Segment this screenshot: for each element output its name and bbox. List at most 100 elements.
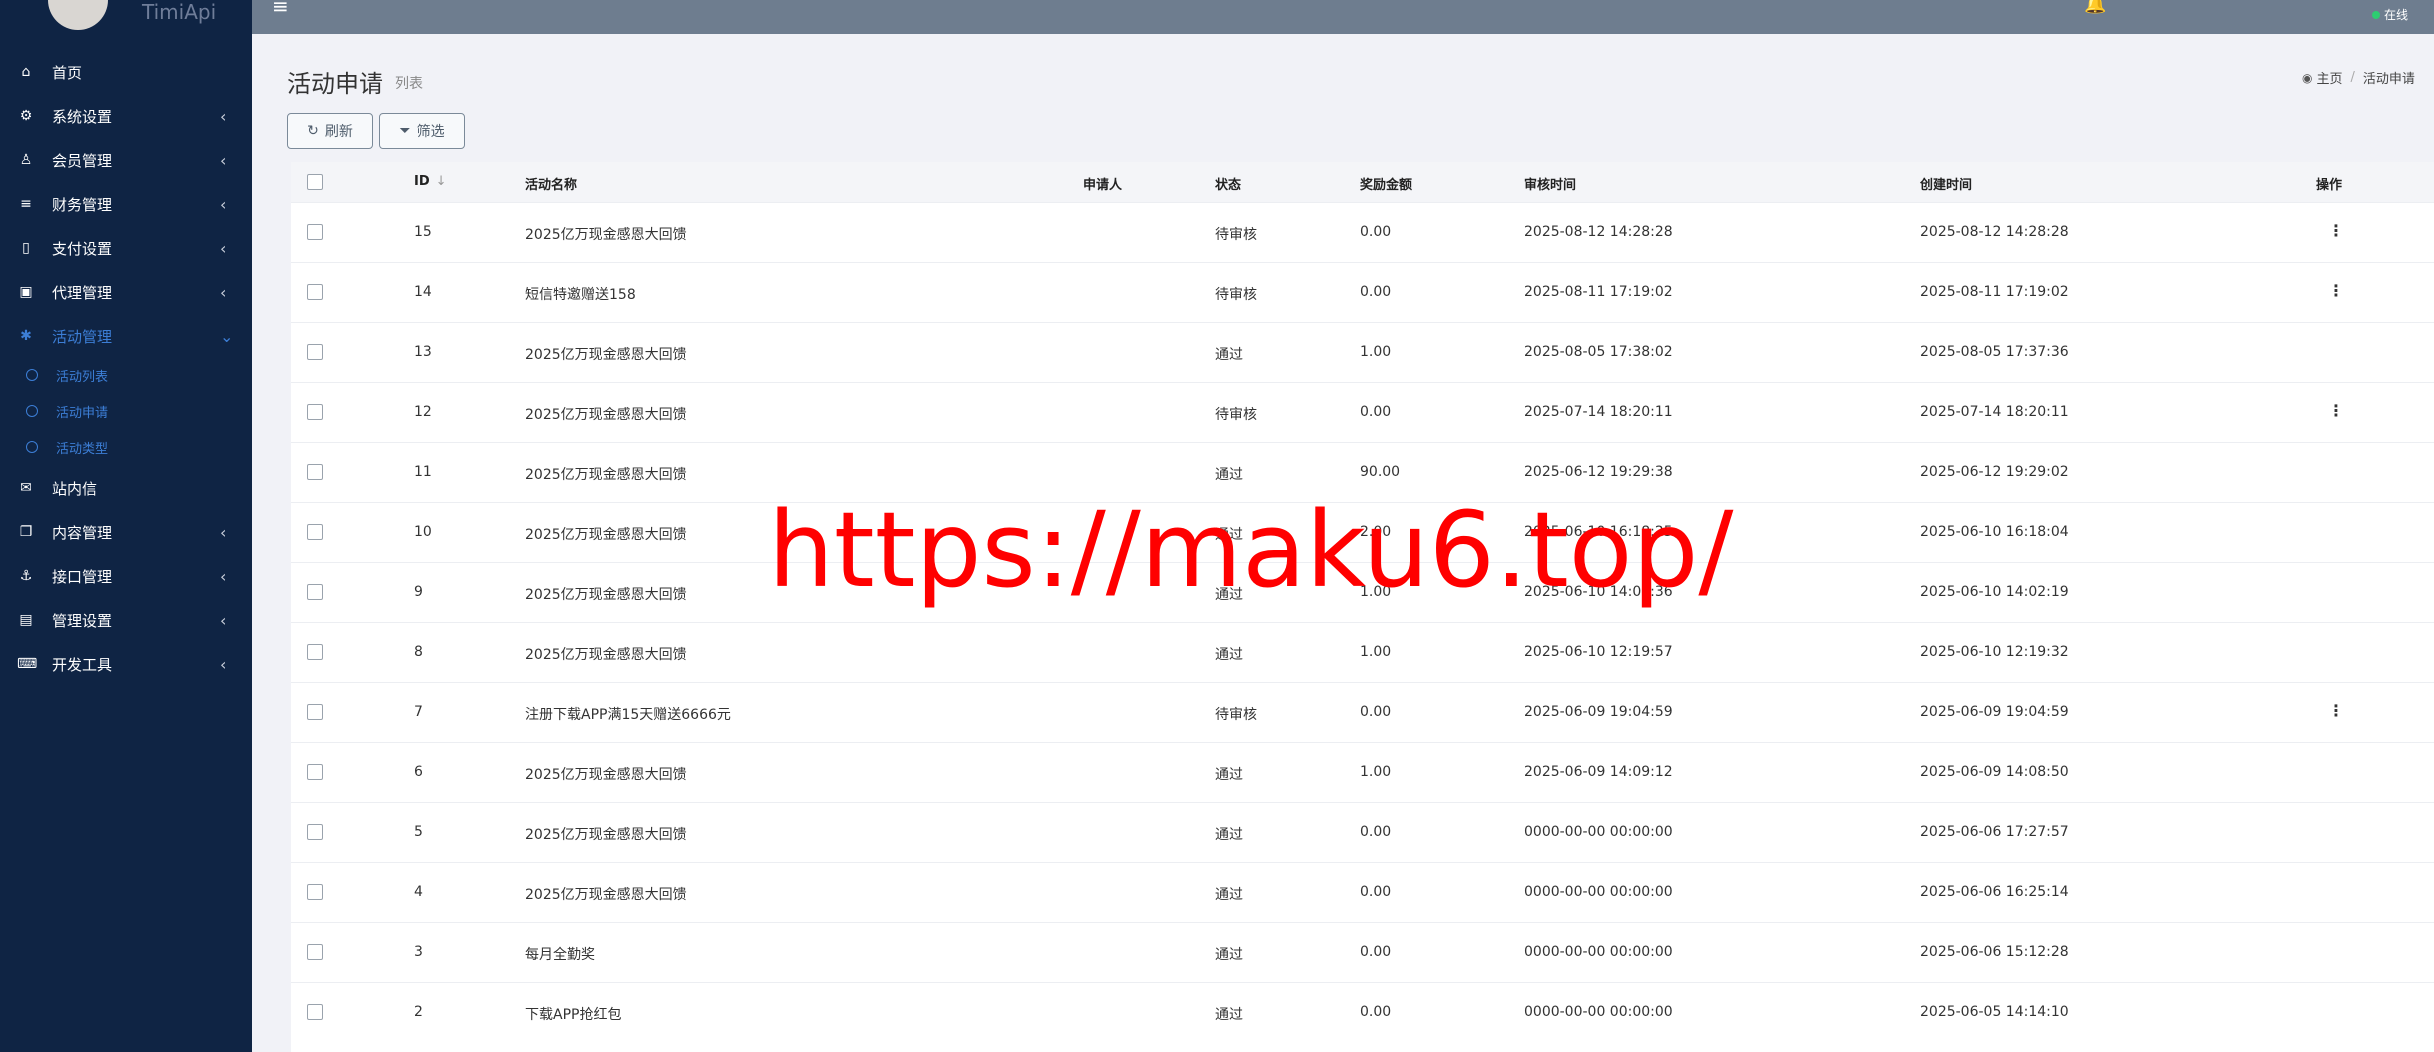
table-row[interactable]: 6 2025亿万现金感恩大回馈 通过 1.00 2025-06-09 14:09:12 2… (291, 742, 2434, 803)
sidebar-item-members[interactable]: ♙ 会员管理 ‹ (0, 140, 252, 180)
filter-icon: ⏷ (399, 123, 411, 139)
table-row[interactable]: 4 2025亿万现金感恩大回馈 通过 0.00 0000-00-00 00:00:00 2… (291, 862, 2434, 923)
id-card-icon: ▤ (19, 612, 33, 628)
chevron-left-icon: ‹ (220, 654, 227, 674)
refresh-button[interactable]: ↻ 刷新 (287, 113, 373, 149)
cell-amount: 1.00 (1360, 764, 1392, 780)
sidebar-subitem-activity-apply[interactable]: 活动申请 (0, 394, 252, 428)
cell-create-time: 2025-08-11 17:19:02 (1920, 284, 2069, 300)
row-checkbox[interactable] (307, 404, 323, 420)
cell-review-time: 0000-00-00 00:00:00 (1524, 944, 1673, 960)
cell-activity-name: 2025亿万现金感恩大回馈 (525, 227, 687, 243)
sidebar-item-label: 会员管理 (52, 151, 113, 170)
row-checkbox[interactable] (307, 224, 323, 240)
sidebar-item-finance[interactable]: ≡ 财务管理 ‹ (0, 184, 252, 224)
cell-create-time: 2025-06-06 17:27:57 (1920, 824, 2069, 840)
sidebar-item-home[interactable]: ⌂ 首页 (0, 52, 252, 92)
chevron-left-icon: ‹ (220, 194, 227, 214)
cell-amount: 0.00 (1360, 284, 1392, 300)
row-checkbox[interactable] (307, 464, 323, 480)
row-actions-kebab-icon[interactable]: ⋮ (2328, 701, 2344, 720)
cell-id: 12 (414, 404, 432, 420)
cell-activity-name: 2025亿万现金感恩大回馈 (525, 827, 687, 843)
cell-review-time: 2025-06-10 12:19:57 (1524, 644, 1673, 660)
row-checkbox[interactable] (307, 284, 323, 300)
sidebar-item-content[interactable]: ❐ 内容管理 ‹ (0, 512, 252, 552)
row-actions-kebab-icon[interactable]: ⋮ (2328, 401, 2344, 420)
cell-status: 通过 (1215, 647, 1243, 663)
cell-status: 待审核 (1215, 227, 1257, 243)
table-row[interactable]: 13 2025亿万现金感恩大回馈 通过 1.00 2025-08-05 17:38:02… (291, 322, 2434, 383)
row-checkbox[interactable] (307, 524, 323, 540)
menu-toggle-icon[interactable]: ≡ (272, 0, 289, 18)
table-row[interactable]: 7 注册下载APP满15天赠送6666元 待审核 0.00 2025-06-09 19:… (291, 682, 2434, 743)
sort-desc-icon[interactable]: ↓ (436, 174, 447, 189)
row-checkbox[interactable] (307, 1004, 323, 1020)
table-row[interactable]: 14 短信特邀赠送158 待审核 0.00 2025-08-11 17:19:02 202… (291, 262, 2434, 323)
cell-status: 通过 (1215, 1007, 1243, 1023)
keyboard-icon: ⌨ (17, 656, 38, 672)
filter-button[interactable]: ⏷ 筛选 (379, 113, 465, 149)
cell-create-time: 2025-06-06 16:25:14 (1920, 884, 2069, 900)
table-row[interactable]: 3 每月全勤奖 通过 0.00 0000-00-00 00:00:00 2025-06-0… (291, 922, 2434, 983)
sidebar-subitem-label: 活动类型 (56, 441, 109, 457)
row-checkbox[interactable] (307, 884, 323, 900)
online-dot-icon (2372, 10, 2380, 19)
sidebar-item-system-settings[interactable]: ⚙ 系统设置 ‹ (0, 96, 252, 136)
sidebar-item-api[interactable]: ⚓ 接口管理 ‹ (0, 556, 252, 596)
breadcrumb-separator: / (2350, 70, 2355, 85)
sidebar-subitem-activity-type[interactable]: 活动类型 (0, 430, 252, 464)
sidebar-subitem-activity-list[interactable]: 活动列表 (0, 358, 252, 392)
row-actions-kebab-icon[interactable]: ⋮ (2328, 221, 2344, 240)
cell-id: 14 (414, 284, 432, 300)
brand-name: TimiApi (142, 0, 217, 24)
cell-review-time: 0000-00-00 00:00:00 (1524, 824, 1673, 840)
row-checkbox[interactable] (307, 764, 323, 780)
sidebar-item-admin-settings[interactable]: ▤ 管理设置 ‹ (0, 600, 252, 640)
cell-activity-name: 注册下载APP满15天赠送6666元 (525, 707, 731, 723)
row-checkbox[interactable] (307, 344, 323, 360)
row-checkbox[interactable] (307, 584, 323, 600)
sidebar-subitem-label: 活动列表 (56, 369, 109, 385)
sidebar-item-activities[interactable]: ✱ 活动管理 ⌄ (0, 316, 252, 356)
table-row[interactable]: 12 2025亿万现金感恩大回馈 待审核 0.00 2025-07-14 18:20:1… (291, 382, 2434, 443)
column-header-id[interactable]: ID ↓ (414, 174, 447, 189)
sidebar-item-messages[interactable]: ✉ 站内信 (0, 468, 252, 508)
cell-amount: 0.00 (1360, 404, 1392, 420)
cell-amount: 90.00 (1360, 464, 1401, 480)
cell-id: 10 (414, 524, 432, 540)
cell-create-time: 2025-08-05 17:37:36 (1920, 344, 2069, 360)
sidebar-item-agents[interactable]: ▣ 代理管理 ‹ (0, 272, 252, 312)
cell-amount: 0.00 (1360, 884, 1392, 900)
row-checkbox[interactable] (307, 644, 323, 660)
sidebar-item-label: 活动管理 (52, 327, 113, 346)
circle-icon (26, 405, 38, 417)
chevron-down-icon: ⌄ (220, 326, 234, 346)
row-actions-kebab-icon[interactable]: ⋮ (2328, 281, 2344, 300)
row-checkbox[interactable] (307, 824, 323, 840)
breadcrumb-home[interactable]: 主页 (2316, 68, 2342, 87)
table-row[interactable]: 2 下载APP抢红包 通过 0.00 0000-00-00 00:00:00 2025-0… (291, 982, 2434, 1043)
table-row[interactable]: 5 2025亿万现金感恩大回馈 通过 0.00 0000-00-00 00:00:00 2… (291, 802, 2434, 863)
cell-id: 7 (414, 704, 423, 720)
sidebar-item-payment[interactable]: ▯ 支付设置 ‹ (0, 228, 252, 268)
table-row[interactable]: 15 2025亿万现金感恩大回馈 待审核 0.00 2025-08-12 14:28:2… (291, 202, 2434, 263)
row-checkbox[interactable] (307, 704, 323, 720)
cell-id: 9 (414, 584, 423, 600)
column-header-name: 活动名称 (525, 178, 578, 193)
column-header-amount: 奖励金额 (1360, 178, 1413, 193)
sidebar-item-label: 财务管理 (52, 195, 113, 214)
cell-activity-name: 2025亿万现金感恩大回馈 (525, 887, 687, 903)
cell-review-time: 2025-07-14 18:20:11 (1524, 404, 1673, 420)
cell-id: 2 (414, 1004, 423, 1020)
chevron-left-icon: ‹ (220, 282, 227, 302)
select-all-checkbox[interactable] (307, 174, 323, 190)
sidebar-item-label: 首页 (52, 63, 83, 82)
logo[interactable]: TimiApi (0, 0, 252, 34)
cell-status: 待审核 (1215, 287, 1257, 303)
row-checkbox[interactable] (307, 944, 323, 960)
bell-icon[interactable]: 🔔 (2084, 0, 2106, 15)
cell-create-time: 2025-06-10 16:18:04 (1920, 524, 2069, 540)
table-row[interactable]: 8 2025亿万现金感恩大回馈 通过 1.00 2025-06-10 12:19:57 2… (291, 622, 2434, 683)
sidebar-item-dev-tools[interactable]: ⌨ 开发工具 ‹ (0, 644, 252, 684)
